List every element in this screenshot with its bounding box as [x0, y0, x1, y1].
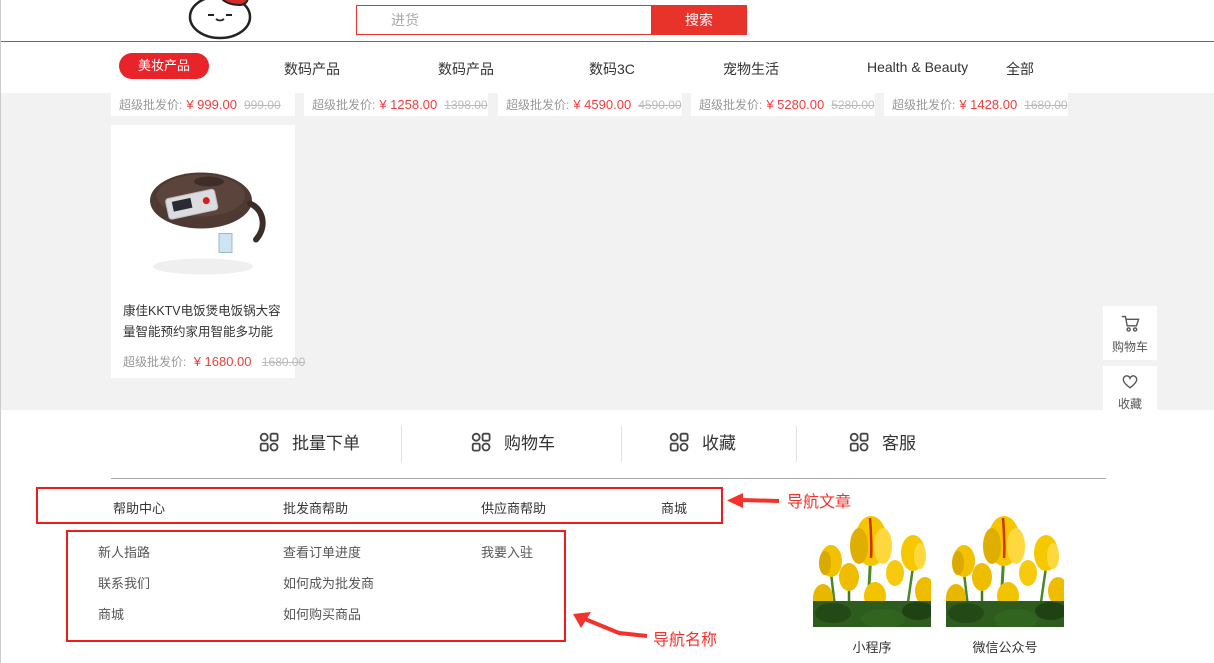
product-card[interactable]: 康佳KKTV电饭煲电饭锅大容量智能预约家用智能多功能煮饭锅... 超级批发价: …: [111, 125, 295, 378]
price-original: 5280.00: [831, 98, 874, 112]
miniprogram-label: 小程序: [813, 637, 931, 656]
product-image: [123, 131, 283, 296]
wechat-official-image: [946, 503, 1064, 627]
float-cart-button[interactable]: 购物车: [1103, 306, 1157, 360]
nav-tab[interactable]: 数码3C: [589, 59, 635, 79]
product-card-partial[interactable]: 超级批发价: ¥ 1428.00 1680.00: [884, 93, 1068, 116]
grid-icon: [259, 432, 279, 452]
nav-tab[interactable]: 数码产品: [438, 59, 494, 79]
divider: [401, 426, 402, 462]
footer-link[interactable]: 如何购买商品: [283, 604, 361, 623]
price-value: ¥ 1680.00: [194, 354, 252, 369]
nav-tab[interactable]: 数码产品: [284, 59, 340, 79]
quick-action-label: 收藏: [702, 429, 736, 454]
divider: [796, 426, 797, 462]
search-button[interactable]: 搜索: [651, 5, 747, 35]
price-value: ¥ 1258.00: [379, 97, 437, 112]
nav-tab[interactable]: Health & Beauty: [867, 59, 968, 75]
header: 搜索: [1, 0, 1214, 42]
search-input[interactable]: [356, 5, 652, 35]
price-label: 超级批发价:: [699, 96, 762, 113]
grid-icon: [849, 432, 869, 452]
price-value: ¥ 999.00: [186, 97, 237, 112]
price-value: ¥ 4590.00: [573, 97, 631, 112]
footer-header-wholesaler[interactable]: 批发商帮助: [283, 498, 348, 517]
footer: 批量下单 购物车 收藏 客服 帮助中心 批发商帮助 供应商帮助 商城 导航: [1, 410, 1214, 663]
nav-tab[interactable]: 宠物生活: [723, 59, 779, 79]
quick-action-batch-order[interactable]: 批量下单: [259, 429, 360, 454]
price-label: 超级批发价:: [312, 96, 375, 113]
price-label: 超级批发价:: [119, 96, 182, 113]
price-original: 1680.00: [262, 355, 305, 369]
quick-action-service[interactable]: 客服: [849, 429, 916, 454]
footer-nav-headers-box: 帮助中心 批发商帮助 供应商帮助 商城: [36, 487, 723, 524]
footer-header-mall[interactable]: 商城: [661, 498, 687, 517]
divider: [111, 478, 1106, 479]
heart-icon: [1119, 370, 1141, 392]
page: 搜索 美妆产品 数码产品 数码产品 数码3C 宠物生活 Health & Bea…: [0, 0, 1214, 663]
footer-link[interactable]: 商城: [98, 604, 124, 623]
main-content: 超级批发价: ¥ 999.00 999.00 超级批发价: ¥ 1258.00 …: [1, 93, 1214, 410]
product-card-partial[interactable]: 超级批发价: ¥ 4590.00 4590.00: [498, 93, 682, 116]
quick-action-label: 购物车: [504, 429, 555, 454]
price-value: ¥ 1428.00: [959, 97, 1017, 112]
price-original: 999.00: [244, 98, 281, 112]
footer-header-help[interactable]: 帮助中心: [113, 498, 165, 517]
annotation-nav-names: 导航名称: [653, 626, 717, 650]
annotation-arrow-left-icon: [725, 490, 783, 512]
wechat-official-label: 微信公众号: [946, 637, 1064, 656]
nav-tab-active[interactable]: 美妆产品: [119, 53, 209, 79]
quick-action-label: 客服: [882, 429, 916, 454]
price-value: ¥ 5280.00: [766, 97, 824, 112]
quick-action-label: 批量下单: [292, 429, 360, 454]
nav-tab[interactable]: 全部: [1006, 59, 1034, 79]
category-nav: 美妆产品 数码产品 数码产品 数码3C 宠物生活 Health & Beauty…: [1, 43, 1214, 93]
product-card-partial[interactable]: 超级批发价: ¥ 1258.00 1398.00: [304, 93, 488, 116]
footer-header-supplier[interactable]: 供应商帮助: [481, 498, 546, 517]
price-original: 1680.00: [1024, 98, 1067, 112]
cart-icon: [1118, 311, 1142, 335]
price-label: 超级批发价:: [892, 96, 955, 113]
divider: [621, 426, 622, 462]
product-card-partial[interactable]: 超级批发价: ¥ 5280.00 5280.00: [691, 93, 875, 116]
miniprogram-image: [813, 503, 931, 627]
grid-icon: [471, 432, 491, 452]
price-original: 4590.00: [638, 98, 681, 112]
product-price-row: 超级批发价: ¥ 1680.00 1680.00: [123, 353, 305, 370]
quick-action-favorites[interactable]: 收藏: [669, 429, 736, 454]
footer-link[interactable]: 新人指路: [98, 542, 150, 561]
price-label: 超级批发价:: [506, 96, 569, 113]
price-label: 超级批发价:: [123, 355, 186, 369]
float-favorites-button[interactable]: 收藏: [1103, 366, 1157, 416]
footer-link[interactable]: 查看订单进度: [283, 542, 361, 561]
footer-link[interactable]: 我要入驻: [481, 542, 533, 561]
footer-link[interactable]: 联系我们: [98, 573, 150, 592]
product-card-partial[interactable]: 超级批发价: ¥ 999.00 999.00: [111, 93, 295, 116]
price-original: 1398.00: [444, 98, 487, 112]
mascot-logo-icon: [184, 0, 258, 42]
float-cart-label: 购物车: [1112, 338, 1148, 355]
product-title: 康佳KKTV电饭煲电饭锅大容量智能预约家用智能多功能煮饭锅...: [123, 301, 285, 343]
footer-nav-links-box: 新人指路 联系我们 商城 查看订单进度 如何成为批发商 如何购买商品 我要入驻: [66, 530, 566, 642]
grid-icon: [669, 432, 689, 452]
quick-action-cart[interactable]: 购物车: [471, 429, 555, 454]
footer-link[interactable]: 如何成为批发商: [283, 573, 374, 592]
annotation-arrow-upleft-icon: [571, 606, 651, 642]
